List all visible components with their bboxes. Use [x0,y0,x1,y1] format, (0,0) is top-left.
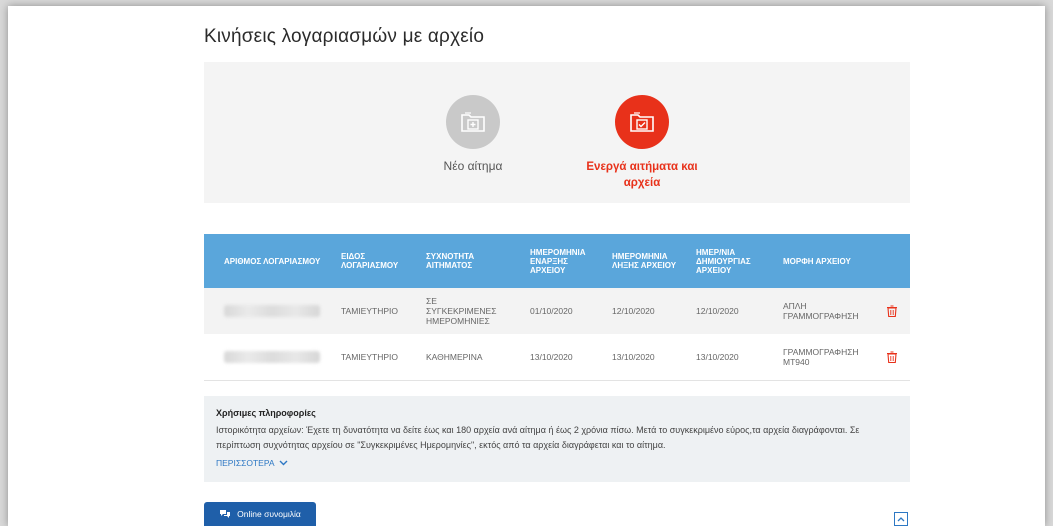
end-date-cell: 13/10/2020 [612,352,655,362]
col-account-number: ΑΡΙΘΜΟΣ ΛΟΓΑΡΙΑΣΜΟΥ [224,256,321,266]
col-end-date: ΗΜΕΡΟΜΗΝΙΑ ΛΗΞΗΣ ΑΡΧΕΙΟΥ [612,252,677,270]
account-type-cell: ΤΑΜΙΕΥΤΗΡΙΟ [341,306,398,316]
delete-cell [882,288,902,334]
requests-table: ΑΡΙΘΜΟΣ ΛΟΓΑΡΙΑΣΜΟΥ ΕΙΔΟΣ ΛΟΓΑΡΙΑΣΜΟΥ ΣΥ… [204,234,910,381]
table-row[interactable]: ΤΑΜΙΕΥΤΗΡΙΟ ΚΑΘΗΜΕΡΙΝΑ 13/10/2020 13/10/… [204,334,910,381]
col-start-date: ΗΜΕΡΟΜΗΝΙΑ ΕΝΑΡΞΗΣ ΑΡΧΕΙΟΥ [530,247,586,275]
scroll-to-top-button[interactable] [894,512,908,526]
info-text: Ιστορικότητα αρχείων: Έχετε τη δυνατότητ… [216,425,860,450]
table-row[interactable]: ΤΑΜΙΕΥΤΗΡΙΟ ΣΕ ΣΥΓΚΕΚΡΙΜΕΝΕΣ ΗΜΕΡΟΜΗΝΙΕΣ… [204,288,910,334]
active-requests-label[interactable]: Ενεργά αιτήματα και αρχεία [572,159,712,191]
info-title: Χρήσιμες πληροφορίες [216,408,316,418]
account-number-cell [224,288,334,334]
account-number-cell [224,334,334,380]
col-frequency: ΣΥΧΝΟΤΗΤΑ ΑΙΤΗΜΑΤΟΣ [426,252,475,270]
active-requests-option[interactable]: Ενεργά αιτήματα και αρχεία [572,95,712,191]
col-file-format: ΜΟΡΦΗ ΑΡΧΕΙΟΥ [783,256,851,266]
file-format-cell: ΓΡΑΜΜΟΓΡΑΦΗΣΗ MT940 [783,347,859,367]
online-chat-label[interactable]: Online συνομιλία [237,509,301,519]
folder-check-icon [630,112,654,132]
redacted-account-number [224,351,320,363]
options-panel: Νέο αίτημα Ενεργά αιτήματα και αρχεία [204,62,910,203]
col-account-type: ΕΙΔΟΣ ΛΟΓΑΡΙΑΣΜΟΥ [341,252,399,270]
chat-bubbles-icon [220,510,231,518]
table-header: ΑΡΙΘΜΟΣ ΛΟΓΑΡΙΑΣΜΟΥ ΕΙΔΟΣ ΛΟΓΑΡΙΑΣΜΟΥ ΣΥ… [204,234,910,288]
chevron-up-icon [897,517,905,522]
created-date-cell: 12/10/2020 [696,306,739,316]
more-link[interactable]: ΠΕΡΙΣΣΟΤΕΡΑ [216,458,288,468]
active-requests-circle[interactable] [615,95,669,149]
chevron-down-icon [279,460,288,466]
col-created-date: ΗΜΕΡ/ΝΙΑ ΔΗΜΙΟΥΡΓΙΑΣ ΑΡΧΕΙΟΥ [696,247,751,275]
delete-cell [882,334,902,380]
created-date-cell: 13/10/2020 [696,352,739,362]
new-request-label[interactable]: Νέο αίτημα [418,159,528,173]
start-date-cell: 13/10/2020 [530,352,573,362]
start-date-cell: 01/10/2020 [530,306,573,316]
new-request-circle[interactable] [446,95,500,149]
online-chat-button[interactable]: Online συνομιλία [204,502,316,526]
trash-icon[interactable] [885,350,899,364]
frequency-cell: ΚΑΘΗΜΕΡΙΝΑ [426,352,483,362]
file-format-cell: ΑΠΛΗ ΓΡΑΜΜΟΓΡΑΦΗΣΗ [783,301,859,321]
trash-icon[interactable] [885,304,899,318]
redacted-account-number [224,305,320,317]
useful-info-panel: Χρήσιμες πληροφορίες Ιστορικότητα αρχείω… [204,396,910,482]
page-frame: Κινήσεις λογαριασμών με αρχείο Νέο αίτημ… [8,6,1045,526]
page-title: Κινήσεις λογαριασμών με αρχείο [204,26,485,47]
frequency-cell: ΣΕ ΣΥΓΚΕΚΡΙΜΕΝΕΣ ΗΜΕΡΟΜΗΝΙΕΣ [426,296,497,326]
more-link-label[interactable]: ΠΕΡΙΣΣΟΤΕΡΑ [216,458,275,468]
account-type-cell: ΤΑΜΙΕΥΤΗΡΙΟ [341,352,398,362]
end-date-cell: 12/10/2020 [612,306,655,316]
new-request-option[interactable]: Νέο αίτημα [418,95,528,173]
folder-plus-icon [461,112,485,132]
